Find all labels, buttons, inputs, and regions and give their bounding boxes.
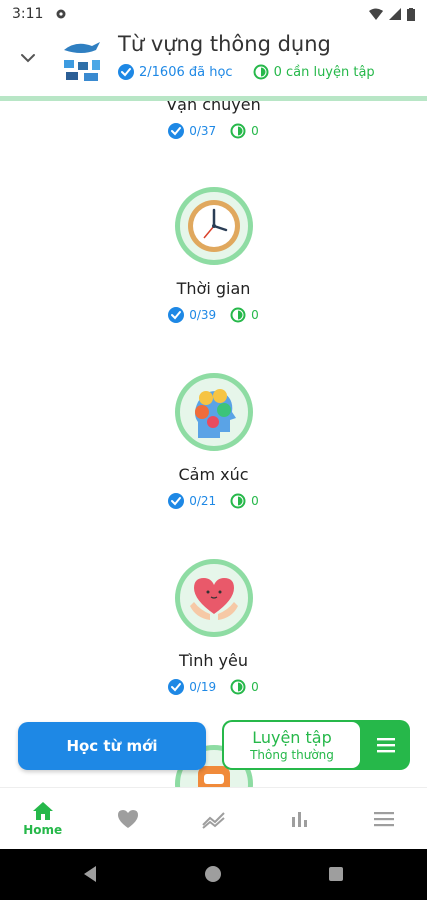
- home-icon: [32, 801, 53, 820]
- topic-list[interactable]: Vận chuyển 0/37 0 Thời gian 0/39 0 Cảm x…: [0, 101, 427, 787]
- topic-counts: 0/39 0: [0, 307, 427, 323]
- topic-learned: 0/39: [168, 307, 216, 323]
- learned-stat: 2/1606 đã học: [118, 64, 233, 80]
- topic-counts: 0/37 0: [0, 123, 427, 139]
- back-button[interactable]: [80, 864, 100, 888]
- topic-icon-ring: [175, 187, 253, 265]
- practice-mode-label: Thông thường: [250, 748, 334, 762]
- action-bar: Học từ mới Luyện tập Thông thường: [0, 718, 427, 774]
- topic-learned-value: 0/37: [189, 124, 217, 138]
- nav-favorites[interactable]: [85, 788, 170, 849]
- deck-stats: 2/1606 đã học 0 cần luyện tập: [118, 64, 395, 80]
- topic-learned: 0/21: [168, 493, 216, 509]
- topic-practice: 0: [230, 123, 259, 139]
- practice-timer-icon: [230, 123, 246, 139]
- status-icons: [369, 7, 415, 21]
- learn-new-words-button[interactable]: Học từ mới: [18, 722, 206, 770]
- topic-practice: 0: [230, 307, 259, 323]
- practice-label: Luyện tập: [252, 728, 332, 747]
- practice-timer-icon: [230, 307, 246, 323]
- topic-practice: 0: [230, 493, 259, 509]
- nav-menu[interactable]: [342, 788, 427, 849]
- practice-timer-icon: [230, 679, 246, 695]
- chevron-down-icon[interactable]: [18, 48, 38, 68]
- topic-icon-ring: [175, 559, 253, 637]
- topic-learned: 0/19: [168, 679, 216, 695]
- topic-counts: 0/19 0: [0, 679, 427, 695]
- trend-icon: [201, 811, 225, 829]
- practice-mode-menu-icon[interactable]: [376, 736, 396, 754]
- topic-learned-value: 0/19: [189, 680, 217, 694]
- emotions-icon: [195, 389, 236, 438]
- practice-count: 0 cần luyện tập: [273, 64, 375, 80]
- settings-gear-icon: [56, 9, 66, 19]
- topic-icon-ring: [175, 373, 253, 451]
- signal-icon: [389, 8, 401, 20]
- deck-thumbnail: [58, 36, 106, 84]
- topic-practice: 0: [230, 679, 259, 695]
- android-nav-bar: [0, 849, 427, 900]
- wifi-icon: [369, 8, 383, 20]
- recents-square-icon: [329, 867, 343, 881]
- topic-learned-value: 0/21: [189, 494, 217, 508]
- nav-stats[interactable]: [256, 788, 341, 849]
- topic-name: Tình yêu: [178, 651, 249, 670]
- bottom-nav: Home: [0, 787, 427, 849]
- nav-progress[interactable]: [171, 788, 256, 849]
- practice-timer-icon: [230, 493, 246, 509]
- status-bar: 3:11: [0, 0, 427, 28]
- back-triangle-icon: [84, 866, 96, 882]
- recents-button[interactable]: [326, 864, 346, 888]
- battery-icon: [407, 7, 415, 21]
- deck-header: Từ vựng thông dụng 2/1606 đã học 0 cần l…: [0, 28, 427, 96]
- practice-timer-icon: [253, 64, 269, 80]
- topic-practice-value: 0: [251, 680, 259, 694]
- home-button[interactable]: [203, 864, 223, 888]
- home-circle-icon: [205, 866, 221, 882]
- deck-title: Từ vựng thông dụng: [118, 32, 331, 56]
- menu-icon: [374, 811, 395, 826]
- bar-chart-icon: [291, 811, 307, 827]
- topic-practice-value: 0: [251, 494, 259, 508]
- topic-learned: 0/37: [168, 123, 216, 139]
- check-circle-icon: [168, 123, 185, 139]
- clock-icon: [188, 200, 240, 252]
- check-circle-icon: [168, 679, 185, 695]
- learned-count: 2/1606 đã học: [139, 64, 233, 80]
- check-circle-icon: [118, 64, 134, 80]
- practice-button[interactable]: Luyện tập Thông thường: [222, 720, 410, 770]
- check-circle-icon: [168, 493, 185, 509]
- nav-home-label: Home: [23, 822, 63, 837]
- heart-icon: [118, 809, 139, 828]
- practice-button-face[interactable]: Luyện tập Thông thường: [224, 722, 360, 768]
- topic-counts: 0/21 0: [0, 493, 427, 509]
- topic-practice-value: 0: [251, 308, 259, 322]
- status-time: 3:11: [12, 6, 44, 22]
- topic-learned-value: 0/39: [189, 308, 217, 322]
- topic-name: Cảm xúc: [178, 465, 249, 484]
- topic-practice-value: 0: [251, 124, 259, 138]
- check-circle-icon: [168, 307, 185, 323]
- practice-stat: 0 cần luyện tập: [253, 64, 375, 80]
- topic-name: Thời gian: [176, 279, 251, 298]
- heart-hands-icon: [190, 578, 238, 620]
- nav-home[interactable]: Home: [0, 788, 85, 849]
- topic-name: Vận chuyển: [166, 101, 261, 114]
- learn-new-label: Học từ mới: [66, 737, 158, 755]
